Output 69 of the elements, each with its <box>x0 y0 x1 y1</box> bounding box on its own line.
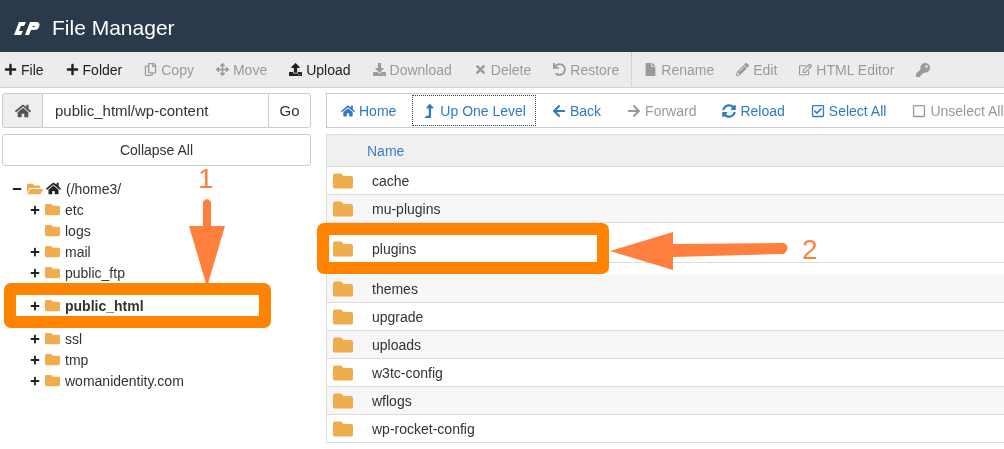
tree-item[interactable]: public_ftp <box>65 264 125 281</box>
plus-icon <box>65 63 79 76</box>
checked-box-icon <box>810 103 825 118</box>
file-name[interactable]: mu-plugins <box>372 200 441 217</box>
go-button[interactable]: Go <box>268 93 311 128</box>
home-icon <box>46 181 61 196</box>
file-name[interactable]: upgrade <box>372 308 424 325</box>
nav-button[interactable]: Up One Level <box>412 95 536 126</box>
plus-icon[interactable] <box>30 267 40 278</box>
plus-icon[interactable] <box>30 354 40 365</box>
plus-icon <box>4 63 17 76</box>
folder-icon <box>45 244 60 259</box>
home-button[interactable] <box>2 93 43 128</box>
tree-item[interactable]: (/home3/ <box>66 180 122 197</box>
file-icon <box>644 63 658 76</box>
folder-icon <box>45 265 60 280</box>
file-name[interactable]: wp-rocket-config <box>372 420 475 437</box>
folder-icon <box>45 298 60 313</box>
nav-button[interactable]: Back <box>541 95 612 126</box>
plus-icon[interactable] <box>30 204 40 215</box>
folder-icon <box>45 223 60 238</box>
file-name[interactable]: wflogs <box>372 392 412 409</box>
annotation-number: 2 <box>802 236 818 264</box>
undo-icon <box>553 63 567 76</box>
plus-icon[interactable] <box>30 300 40 311</box>
tree-item[interactable]: public_html <box>65 297 144 314</box>
move-icon <box>215 63 229 76</box>
file-name[interactable]: plugins <box>372 240 417 257</box>
folder-icon <box>45 331 60 346</box>
nav-button[interactable]: Select All <box>800 95 897 126</box>
plus-icon[interactable] <box>30 333 40 344</box>
tree-item[interactable]: mail <box>65 243 91 260</box>
path-field[interactable]: public_html/wp-content <box>43 93 268 128</box>
plus-icon[interactable] <box>30 246 40 257</box>
tree-item[interactable]: tmp <box>65 351 89 368</box>
edit-icon <box>799 63 813 76</box>
folder-icon <box>45 373 60 388</box>
left-arrow-icon <box>551 103 566 118</box>
home-icon <box>341 103 355 118</box>
folder-icon <box>45 352 60 367</box>
upload-icon <box>289 63 303 76</box>
collapse-all-button[interactable]: Collapse All <box>2 134 311 166</box>
file-name[interactable]: cache <box>372 172 410 189</box>
app-title: File Manager <box>52 16 175 40</box>
file-name[interactable]: uploads <box>372 336 422 353</box>
empty-box-icon <box>912 103 927 118</box>
right-arrow-icon <box>627 103 642 118</box>
nav-button[interactable]: Reload <box>712 95 795 126</box>
reload-icon <box>722 103 737 118</box>
pencil-icon <box>736 63 750 76</box>
close-icon <box>473 63 487 76</box>
toolbar-button[interactable]: File <box>4 61 44 78</box>
folder-icon <box>45 202 60 217</box>
copy-icon <box>144 63 158 76</box>
plus-icon[interactable] <box>30 375 40 386</box>
tree-item[interactable]: logs <box>65 222 91 239</box>
toolbar-button[interactable]: Folder <box>65 61 123 78</box>
tree-item[interactable]: womanidentity.com <box>65 372 184 389</box>
nav-button[interactable]: Home <box>331 95 407 126</box>
file-name[interactable]: themes <box>372 280 418 297</box>
toolbar-button[interactable]: Upload <box>289 61 351 78</box>
annotation-number: 1 <box>198 165 214 193</box>
tree-item[interactable]: etc <box>65 201 84 218</box>
home-icon <box>14 102 31 119</box>
arrow-icon <box>188 196 226 288</box>
download-icon <box>372 63 386 76</box>
file-name[interactable]: w3tc-config <box>372 364 443 381</box>
column-header[interactable]: Name <box>367 142 405 159</box>
tree-item[interactable]: ssl <box>65 330 83 347</box>
